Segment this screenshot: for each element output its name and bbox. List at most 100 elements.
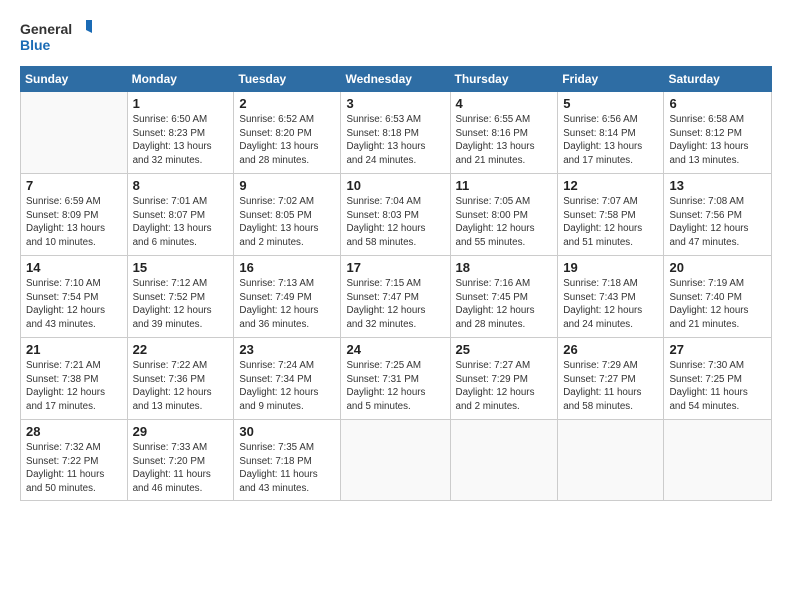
day-number: 29 xyxy=(133,424,229,439)
day-number: 7 xyxy=(26,178,122,193)
day-info: Sunrise: 7:32 AMSunset: 7:22 PMDaylight:… xyxy=(26,441,122,496)
week-row-3: 14 Sunrise: 7:10 AMSunset: 7:54 PMDayligh… xyxy=(21,256,772,338)
day-number: 21 xyxy=(26,342,122,357)
day-info: Sunrise: 7:16 AMSunset: 7:45 PMDaylight:… xyxy=(456,277,553,332)
day-number: 3 xyxy=(346,96,444,111)
calendar-cell: 24 Sunrise: 7:25 AMSunset: 7:31 PMDayligh… xyxy=(341,338,450,420)
day-number: 16 xyxy=(239,260,335,275)
day-info: Sunrise: 7:15 AMSunset: 7:47 PMDaylight:… xyxy=(346,277,444,332)
day-number: 26 xyxy=(563,342,658,357)
day-number: 9 xyxy=(239,178,335,193)
day-info: Sunrise: 7:10 AMSunset: 7:54 PMDaylight:… xyxy=(26,277,122,332)
week-row-2: 7Sunrise: 6:59 AMSunset: 8:09 PMDaylight… xyxy=(21,174,772,256)
calendar-cell: 20Sunrise: 7:19 AMSunset: 7:40 PMDayligh… xyxy=(664,256,772,338)
calendar-cell: 10Sunrise: 7:04 AMSunset: 8:03 PMDayligh… xyxy=(341,174,450,256)
calendar-cell: 7Sunrise: 6:59 AMSunset: 8:09 PMDaylight… xyxy=(21,174,128,256)
day-number: 30 xyxy=(239,424,335,439)
day-info: Sunrise: 6:53 AMSunset: 8:18 PMDaylight:… xyxy=(346,113,444,168)
day-info: Sunrise: 7:21 AMSunset: 7:38 PMDaylight:… xyxy=(26,359,122,414)
weekday-thursday: Thursday xyxy=(450,67,558,92)
calendar-cell: 19 Sunrise: 7:18 AMSunset: 7:43 PMDayligh… xyxy=(558,256,664,338)
week-row-4: 21 Sunrise: 7:21 AMSunset: 7:38 PMDayligh… xyxy=(21,338,772,420)
day-info: Sunrise: 7:05 AMSunset: 8:00 PMDaylight:… xyxy=(456,195,553,250)
day-info: Sunrise: 7:01 AMSunset: 8:07 PMDaylight:… xyxy=(133,195,229,250)
calendar-cell xyxy=(558,420,664,501)
day-info: Sunrise: 7:12 AMSunset: 7:52 PMDaylight:… xyxy=(133,277,229,332)
day-number: 22 xyxy=(133,342,229,357)
day-info: Sunrise: 6:58 AMSunset: 8:12 PMDaylight:… xyxy=(669,113,766,168)
weekday-tuesday: Tuesday xyxy=(234,67,341,92)
weekday-monday: Monday xyxy=(127,67,234,92)
calendar-cell: 8 Sunrise: 7:01 AMSunset: 8:07 PMDaylight… xyxy=(127,174,234,256)
day-number: 2 xyxy=(239,96,335,111)
day-number: 14 xyxy=(26,260,122,275)
calendar-cell: 9Sunrise: 7:02 AMSunset: 8:05 PMDaylight… xyxy=(234,174,341,256)
calendar-cell: 18 Sunrise: 7:16 AMSunset: 7:45 PMDayligh… xyxy=(450,256,558,338)
calendar-cell: 13 Sunrise: 7:08 AMSunset: 7:56 PMDayligh… xyxy=(664,174,772,256)
day-info: Sunrise: 7:08 AMSunset: 7:56 PMDaylight:… xyxy=(669,195,766,250)
day-number: 6 xyxy=(669,96,766,111)
day-number: 25 xyxy=(456,342,553,357)
calendar-cell: 28 Sunrise: 7:32 AMSunset: 7:22 PMDayligh… xyxy=(21,420,128,501)
day-number: 20 xyxy=(669,260,766,275)
day-number: 11 xyxy=(456,178,553,193)
day-info: Sunrise: 7:24 AMSunset: 7:34 PMDaylight:… xyxy=(239,359,335,414)
svg-text:Blue: Blue xyxy=(20,37,51,53)
weekday-wednesday: Wednesday xyxy=(341,67,450,92)
day-info: Sunrise: 7:27 AMSunset: 7:29 PMDaylight:… xyxy=(456,359,553,414)
day-info: Sunrise: 7:22 AMSunset: 7:36 PMDaylight:… xyxy=(133,359,229,414)
calendar-cell: 25 Sunrise: 7:27 AMSunset: 7:29 PMDayligh… xyxy=(450,338,558,420)
calendar-cell: 5 Sunrise: 6:56 AMSunset: 8:14 PMDaylight… xyxy=(558,92,664,174)
calendar-cell: 11 Sunrise: 7:05 AMSunset: 8:00 PMDayligh… xyxy=(450,174,558,256)
calendar-cell: 21 Sunrise: 7:21 AMSunset: 7:38 PMDayligh… xyxy=(21,338,128,420)
calendar-cell: 26 Sunrise: 7:29 AMSunset: 7:27 PMDayligh… xyxy=(558,338,664,420)
day-number: 8 xyxy=(133,178,229,193)
day-number: 15 xyxy=(133,260,229,275)
day-number: 19 xyxy=(563,260,658,275)
calendar-cell: 16 Sunrise: 7:13 AMSunset: 7:49 PMDayligh… xyxy=(234,256,341,338)
logo-svg: General Blue xyxy=(20,18,92,58)
calendar-cell: 17 Sunrise: 7:15 AMSunset: 7:47 PMDayligh… xyxy=(341,256,450,338)
day-info: Sunrise: 6:55 AMSunset: 8:16 PMDaylight:… xyxy=(456,113,553,168)
day-number: 27 xyxy=(669,342,766,357)
calendar-cell: 6 Sunrise: 6:58 AMSunset: 8:12 PMDaylight… xyxy=(664,92,772,174)
day-number: 10 xyxy=(346,178,444,193)
calendar-cell: 1 Sunrise: 6:50 AMSunset: 8:23 PMDaylight… xyxy=(127,92,234,174)
day-number: 5 xyxy=(563,96,658,111)
day-info: Sunrise: 7:30 AMSunset: 7:25 PMDaylight:… xyxy=(669,359,766,414)
day-info: Sunrise: 6:56 AMSunset: 8:14 PMDaylight:… xyxy=(563,113,658,168)
calendar-cell xyxy=(21,92,128,174)
calendar-cell xyxy=(450,420,558,501)
weekday-saturday: Saturday xyxy=(664,67,772,92)
day-info: Sunrise: 7:25 AMSunset: 7:31 PMDaylight:… xyxy=(346,359,444,414)
day-number: 4 xyxy=(456,96,553,111)
calendar-cell: 22 Sunrise: 7:22 AMSunset: 7:36 PMDayligh… xyxy=(127,338,234,420)
day-number: 28 xyxy=(26,424,122,439)
page-header: General Blue xyxy=(20,18,772,58)
calendar-cell: 23Sunrise: 7:24 AMSunset: 7:34 PMDayligh… xyxy=(234,338,341,420)
day-number: 1 xyxy=(133,96,229,111)
day-info: Sunrise: 6:50 AMSunset: 8:23 PMDaylight:… xyxy=(133,113,229,168)
day-info: Sunrise: 7:07 AMSunset: 7:58 PMDaylight:… xyxy=(563,195,658,250)
day-info: Sunrise: 7:13 AMSunset: 7:49 PMDaylight:… xyxy=(239,277,335,332)
weekday-header-row: SundayMondayTuesdayWednesdayThursdayFrid… xyxy=(21,67,772,92)
week-row-1: 1 Sunrise: 6:50 AMSunset: 8:23 PMDaylight… xyxy=(21,92,772,174)
day-number: 17 xyxy=(346,260,444,275)
calendar-cell: 29 Sunrise: 7:33 AMSunset: 7:20 PMDayligh… xyxy=(127,420,234,501)
calendar-cell: 2Sunrise: 6:52 AMSunset: 8:20 PMDaylight… xyxy=(234,92,341,174)
calendar-cell: 15 Sunrise: 7:12 AMSunset: 7:52 PMDayligh… xyxy=(127,256,234,338)
svg-text:General: General xyxy=(20,21,72,37)
weekday-sunday: Sunday xyxy=(21,67,128,92)
calendar-cell xyxy=(341,420,450,501)
day-number: 13 xyxy=(669,178,766,193)
calendar-cell: 4 Sunrise: 6:55 AMSunset: 8:16 PMDaylight… xyxy=(450,92,558,174)
calendar-cell: 14 Sunrise: 7:10 AMSunset: 7:54 PMDayligh… xyxy=(21,256,128,338)
day-number: 18 xyxy=(456,260,553,275)
calendar-cell: 12Sunrise: 7:07 AMSunset: 7:58 PMDayligh… xyxy=(558,174,664,256)
day-number: 24 xyxy=(346,342,444,357)
day-info: Sunrise: 7:29 AMSunset: 7:27 PMDaylight:… xyxy=(563,359,658,414)
calendar-table: SundayMondayTuesdayWednesdayThursdayFrid… xyxy=(20,66,772,501)
day-info: Sunrise: 7:33 AMSunset: 7:20 PMDaylight:… xyxy=(133,441,229,496)
day-info: Sunrise: 7:18 AMSunset: 7:43 PMDaylight:… xyxy=(563,277,658,332)
logo: General Blue xyxy=(20,18,92,58)
